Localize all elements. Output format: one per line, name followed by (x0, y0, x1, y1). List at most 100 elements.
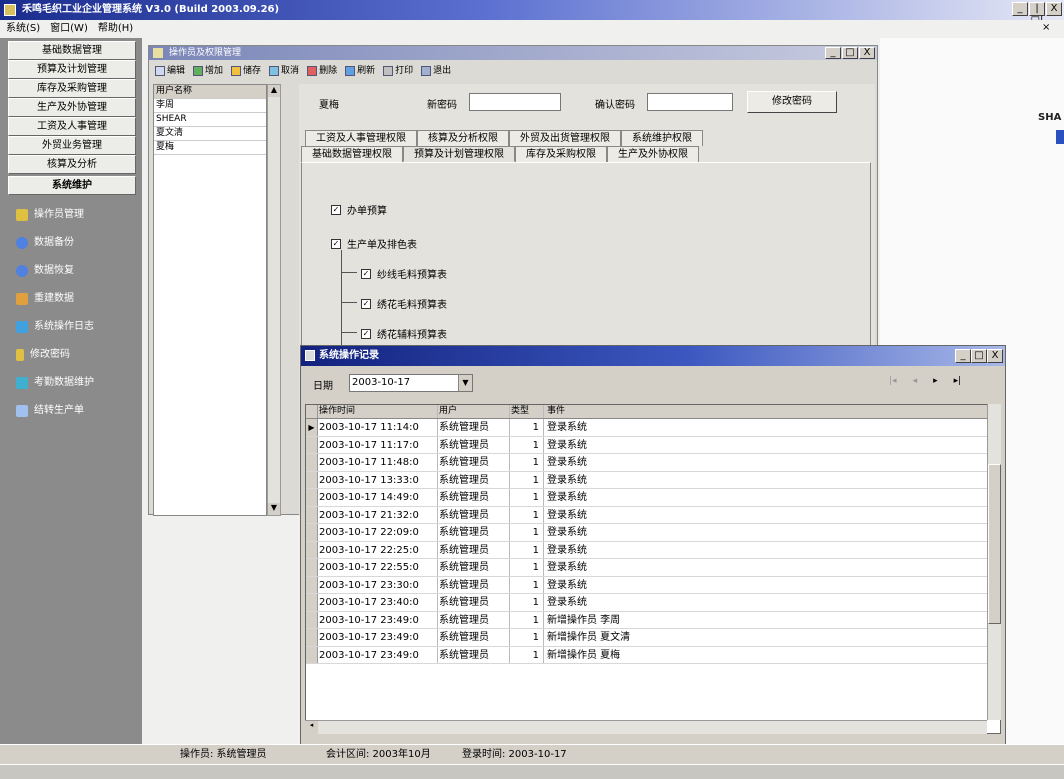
tab-base-data-permission[interactable]: 基础数据管理权限 (301, 146, 403, 162)
prev-record-button[interactable]: ◂ (913, 376, 918, 386)
win2-close-button[interactable]: X (987, 349, 1003, 363)
table-row[interactable]: 2003-10-17 23:30:0 系统管理员 1 登录系统 (306, 576, 1000, 594)
sidebar-item-restore[interactable]: 数据恢复 (16, 261, 74, 281)
table-row[interactable]: 2003-10-17 22:55:0 系统管理员 1 登录系统 (306, 559, 1000, 577)
table-row[interactable]: 2003-10-17 23:49:0 系统管理员 1 新增操作员 夏文清 (306, 629, 1000, 647)
log-vertical-scrollbar[interactable] (987, 404, 1001, 720)
table-row[interactable]: 2003-10-17 14:49:0 系统管理员 1 登录系统 (306, 489, 1000, 507)
check-embroidery-wool-budget[interactable]: ✓ 绣花毛料预算表 (361, 296, 447, 311)
sidebar-button-accounting[interactable]: 核算及分析 (8, 155, 136, 174)
table-row[interactable]: 2003-10-17 23:40:0 系统管理员 1 登录系统 (306, 594, 1000, 612)
sidebar-button-maintenance[interactable]: 系统维护 (8, 176, 136, 195)
date-value: 2003-10-17 (352, 377, 411, 388)
tab-inventory-permission[interactable]: 库存及采购权限 (515, 146, 607, 162)
column-header-user[interactable]: 用户 (438, 405, 510, 418)
scroll-thumb[interactable] (988, 464, 1001, 624)
table-row[interactable]: 2003-10-17 23:49:0 系统管理员 1 新增操作员 夏梅 (306, 646, 1000, 664)
check-order-budget[interactable]: ✓ 办单预算 (331, 202, 387, 217)
next-record-button[interactable]: ▸ (933, 376, 938, 386)
table-row[interactable]: ▶ 2003-10-17 11:14:0 系统管理员 1 登录系统 (306, 419, 1000, 437)
add-button[interactable]: 增加 (193, 64, 223, 78)
tab-maintenance-permission[interactable]: 系统维护权限 (621, 130, 703, 146)
user-list-scrollbar[interactable]: ▲ ▼ (267, 84, 281, 516)
check-embroidery-accessory-budget[interactable]: ✓ 绣花辅料预算表 (361, 326, 447, 341)
menu-help[interactable]: 帮助(H) (98, 20, 133, 38)
table-row[interactable]: 2003-10-17 23:49:0 系统管理员 1 新增操作员 李周 (306, 611, 1000, 629)
sidebar-item-password[interactable]: 修改密码 (16, 345, 70, 365)
check-yarn-budget[interactable]: ✓ 纱线毛料预算表 (361, 266, 447, 281)
table-header: 操作时间 用户 类型 事件 (306, 405, 1000, 419)
restore-button[interactable]: |□| (1029, 2, 1045, 26)
menu-window[interactable]: 窗口(W) (50, 20, 88, 38)
change-password-button[interactable]: 修改密码 (747, 91, 837, 113)
sidebar-item-backup[interactable]: 数据备份 (16, 233, 74, 253)
sidebar-item-label: 重建数据 (34, 293, 74, 304)
column-header-type[interactable]: 类型 (510, 405, 544, 418)
tab-production-permission[interactable]: 生产及外协权限 (607, 146, 699, 162)
user-list-item[interactable]: SHEAR (154, 113, 266, 127)
exit-button[interactable]: 退出 (421, 64, 451, 78)
chevron-down-icon[interactable]: ▼ (458, 375, 472, 391)
sidebar-item-log[interactable]: 系统操作日志 (16, 317, 94, 337)
tab-accounting-permission[interactable]: 核算及分析权限 (417, 130, 509, 146)
sidebar-item-attendance[interactable]: 考勤数据维护 (16, 373, 94, 393)
table-row[interactable]: 2003-10-17 22:25:0 系统管理员 1 登录系统 (306, 541, 1000, 559)
cell-user: 系统管理员 (438, 594, 510, 611)
save-button[interactable]: 储存 (231, 64, 261, 78)
column-header-event[interactable]: 事件 (544, 405, 1000, 418)
sidebar-button-production[interactable]: 生产及外协管理 (8, 98, 136, 117)
tab-budget-permission[interactable]: 预算及计划管理权限 (403, 146, 515, 162)
sidebar-button-trade[interactable]: 外贸业务管理 (8, 136, 136, 155)
cell-time: 2003-10-17 21:32:0 (318, 506, 438, 523)
sidebar-item-rebuild[interactable]: 重建数据 (16, 289, 74, 309)
first-record-button[interactable]: |◂ (889, 376, 897, 386)
sidebar-button-inventory[interactable]: 库存及采购管理 (8, 79, 136, 98)
scroll-left-icon[interactable]: ◂ (305, 721, 318, 734)
date-picker[interactable]: 2003-10-17 ▼ (349, 374, 473, 392)
user-list-item[interactable]: 夏梅 (154, 141, 266, 155)
table-row[interactable]: 2003-10-17 13:33:0 系统管理员 1 登录系统 (306, 471, 1000, 489)
checkbox-label: 办单预算 (347, 206, 387, 217)
win1-restore-button[interactable]: □ (842, 47, 858, 59)
mdi-close-icon[interactable]: × (1042, 22, 1050, 33)
user-list-header: 用户名称 (154, 85, 266, 99)
last-record-button[interactable]: ▸| (954, 376, 962, 386)
sidebar-item-operators[interactable]: 操作员管理 (16, 205, 84, 225)
refresh-button[interactable]: 刷新 (345, 64, 375, 78)
menu-system[interactable]: 系统(S) (6, 20, 40, 38)
tab-payroll-permission[interactable]: 工资及人事管理权限 (305, 130, 417, 146)
table-row[interactable]: 2003-10-17 22:09:0 系统管理员 1 登录系统 (306, 524, 1000, 542)
close-button[interactable]: X (1046, 2, 1062, 16)
sidebar-button-base-data[interactable]: 基础数据管理 (8, 41, 136, 60)
sidebar-button-budget[interactable]: 预算及计划管理 (8, 60, 136, 79)
sidebar-item-transfer[interactable]: 结转生产单 (16, 401, 84, 421)
row-indicator (306, 559, 318, 576)
users-icon (16, 209, 28, 221)
cell-time: 2003-10-17 22:09:0 (318, 524, 438, 541)
new-password-input[interactable] (469, 93, 561, 111)
table-row[interactable]: 2003-10-17 21:32:0 系统管理员 1 登录系统 (306, 506, 1000, 524)
table-row[interactable]: 2003-10-17 11:17:0 系统管理员 1 登录系统 (306, 436, 1000, 454)
check-production-sheet[interactable]: ✓ 生产单及排色表 (331, 236, 417, 251)
win2-minimize-button[interactable]: _ (955, 349, 971, 363)
cancel-icon (269, 66, 280, 76)
scroll-up-icon[interactable]: ▲ (268, 85, 280, 97)
user-list-item[interactable]: 李周 (154, 99, 266, 113)
log-horizontal-scrollbar[interactable]: ◂ (305, 720, 987, 734)
user-list-item[interactable]: 夏文清 (154, 127, 266, 141)
edit-button[interactable]: 编辑 (155, 64, 185, 78)
scroll-down-icon[interactable]: ▼ (268, 503, 280, 515)
win1-minimize-button[interactable]: _ (825, 47, 841, 59)
win2-restore-button[interactable]: □ (971, 349, 987, 363)
delete-button[interactable]: 删除 (307, 64, 337, 78)
minimize-button[interactable]: _ (1012, 2, 1028, 16)
table-row[interactable]: 2003-10-17 11:48:0 系统管理员 1 登录系统 (306, 454, 1000, 472)
cancel-button[interactable]: 取消 (269, 64, 299, 78)
sidebar-button-payroll[interactable]: 工资及人事管理 (8, 117, 136, 136)
tab-trade-permission[interactable]: 外贸及出货管理权限 (509, 130, 621, 146)
record-navigator: |◂ ◂ ▸ ▸| (889, 376, 961, 386)
column-header-time[interactable]: 操作时间 (318, 405, 438, 418)
win1-close-button[interactable]: X (859, 47, 875, 59)
confirm-password-input[interactable] (647, 93, 733, 111)
print-button[interactable]: 打印 (383, 64, 413, 78)
